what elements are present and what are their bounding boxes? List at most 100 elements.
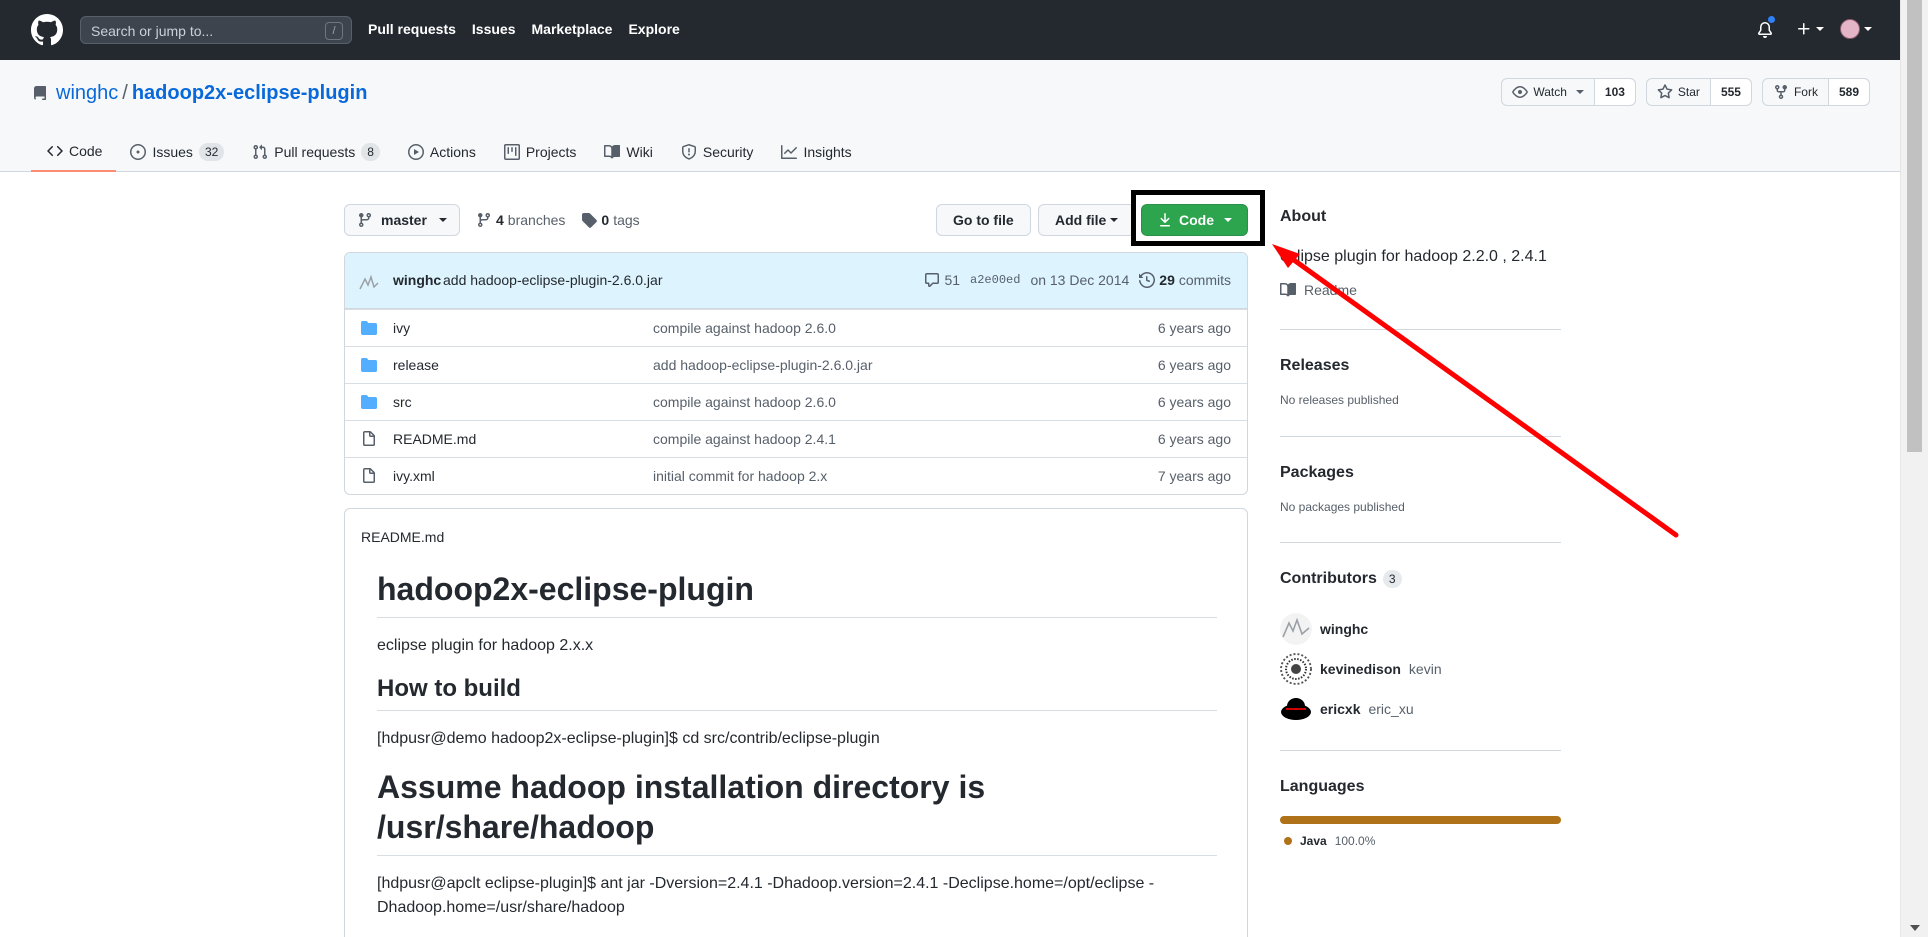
table-row[interactable]: ivy.xml initial commit for hadoop 2.x 7 … xyxy=(345,457,1247,494)
star-button[interactable]: Star xyxy=(1647,79,1711,105)
releases-title[interactable]: Releases xyxy=(1280,357,1349,374)
repo-icon xyxy=(34,85,46,100)
go-to-file-button[interactable]: Go to file xyxy=(936,204,1031,236)
nav-marketplace[interactable]: Marketplace xyxy=(532,21,613,37)
tab-code[interactable]: Code xyxy=(31,132,117,172)
file-name-link[interactable]: release xyxy=(393,357,439,373)
nav-issues[interactable]: Issues xyxy=(472,21,516,37)
repo-title: winghc / hadoop2x-eclipse-plugin xyxy=(32,82,367,105)
commit-message-link[interactable]: add hadoop-eclipse-plugin-2.6.0.jar xyxy=(443,272,662,288)
github-logo-icon[interactable] xyxy=(31,14,63,46)
user-menu[interactable] xyxy=(1840,19,1872,39)
header-actions xyxy=(1754,15,1872,40)
contributor-login: winghc xyxy=(1320,621,1369,637)
watch-button[interactable]: Watch xyxy=(1502,79,1595,105)
tab-wiki[interactable]: Wiki xyxy=(590,132,666,172)
file-name-link[interactable]: README.md xyxy=(393,431,476,447)
file-commit-link[interactable]: compile against hadoop 2.6.0 xyxy=(653,394,836,410)
tab-security[interactable]: Security xyxy=(667,132,768,172)
file-icon xyxy=(363,468,375,483)
releases-note: No releases published xyxy=(1280,393,1399,407)
file-age: 6 years ago xyxy=(1157,431,1231,447)
branches-count: 4 xyxy=(496,212,504,228)
fork-count[interactable]: 589 xyxy=(1828,79,1869,105)
table-row[interactable]: src compile against hadoop 2.6.0 6 years… xyxy=(345,383,1247,420)
pull-request-icon xyxy=(253,144,268,160)
commit-author-link[interactable]: winghc xyxy=(393,272,441,288)
add-file-label: Add file xyxy=(1055,212,1107,228)
contributor-item[interactable]: winghc xyxy=(1280,613,1368,645)
languages-section: Languages xyxy=(1280,778,1561,796)
issue-icon xyxy=(130,144,147,160)
branch-select-button[interactable]: master xyxy=(344,204,460,236)
author-avatar[interactable] xyxy=(359,273,379,293)
fork-button[interactable]: Fork xyxy=(1763,79,1829,105)
file-name-link[interactable]: src xyxy=(393,394,412,410)
language-name: Java xyxy=(1300,834,1327,848)
branches-link[interactable]: 4 branches xyxy=(476,212,565,228)
repo-name-link[interactable]: hadoop2x-eclipse-plugin xyxy=(132,82,368,105)
fork-icon xyxy=(1774,85,1787,100)
file-commit-link[interactable]: compile against hadoop 2.6.0 xyxy=(653,320,836,336)
history-icon xyxy=(1139,272,1156,288)
tab-projects[interactable]: Projects xyxy=(490,132,591,172)
contributor-item[interactable]: ericxk eric_xu xyxy=(1280,693,1414,725)
star-count[interactable]: 555 xyxy=(1710,79,1751,105)
chevron-down-icon xyxy=(438,218,447,222)
watch-count[interactable]: 103 xyxy=(1594,79,1635,105)
fork-button-group: Fork 589 xyxy=(1761,78,1870,106)
scrollbar-thumb[interactable] xyxy=(1907,0,1922,452)
table-row[interactable]: release add hadoop-eclipse-plugin-2.6.0.… xyxy=(345,346,1247,383)
nav-explore[interactable]: Explore xyxy=(628,21,679,37)
file-name-link[interactable]: ivy.xml xyxy=(393,468,435,484)
contributor-login: kevinedison xyxy=(1320,661,1401,677)
repo-owner-link[interactable]: winghc xyxy=(56,82,118,105)
tab-label: Insights xyxy=(803,144,852,160)
tab-insights[interactable]: Insights xyxy=(767,132,865,172)
table-row[interactable]: ivy compile against hadoop 2.6.0 6 years… xyxy=(345,309,1247,346)
file-commit-link[interactable]: initial commit for hadoop 2.x xyxy=(653,468,827,484)
notifications-bell-icon[interactable] xyxy=(1754,15,1776,40)
table-row[interactable]: README.md compile against hadoop 2.4.1 6… xyxy=(345,420,1247,457)
readme-paragraph: [hdpusr@demo hadoop2x-eclipse-plugin]$ c… xyxy=(377,730,880,747)
code-icon xyxy=(47,145,63,157)
nav-pull-requests[interactable]: Pull requests xyxy=(368,21,456,37)
page-scrollbar[interactable] xyxy=(1900,0,1928,937)
scroll-down-arrow-icon[interactable] xyxy=(1910,925,1920,931)
tags-link[interactable]: 0 tags xyxy=(581,212,640,228)
commit-comments[interactable]: 51 xyxy=(924,272,960,288)
commits-label: commits xyxy=(1178,272,1231,288)
packages-title[interactable]: Packages xyxy=(1280,464,1354,481)
commits-history-link[interactable]: 29 commits xyxy=(1139,272,1231,288)
packages-section: Packages No packages published xyxy=(1280,464,1561,514)
book-icon xyxy=(1280,282,1296,297)
repo-header: winghc / hadoop2x-eclipse-plugin Watch 1… xyxy=(0,60,1900,172)
create-new-menu[interactable] xyxy=(1796,21,1824,37)
graph-icon xyxy=(781,145,798,159)
file-commit-link[interactable]: compile against hadoop 2.4.1 xyxy=(653,431,836,447)
search-box[interactable]: / xyxy=(80,16,352,44)
star-label: Star xyxy=(1677,85,1700,99)
add-file-button[interactable]: Add file xyxy=(1038,204,1136,236)
tab-actions[interactable]: Actions xyxy=(394,132,490,172)
latest-commit: winghc add hadoop-eclipse-plugin-2.6.0.j… xyxy=(345,253,1247,309)
readme-paragraph: eclipse plugin for hadoop 2.x.x xyxy=(377,637,594,654)
file-commit-link[interactable]: add hadoop-eclipse-plugin-2.6.0.jar xyxy=(653,357,872,373)
tab-issues[interactable]: Issues 32 xyxy=(116,132,238,172)
about-description: eclipse plugin for hadoop 2.2.0 , 2.4.1 xyxy=(1280,248,1547,265)
tab-pull-requests[interactable]: Pull requests 8 xyxy=(238,132,394,172)
search-input[interactable] xyxy=(91,21,311,41)
contributor-item[interactable]: kevinedison kevin xyxy=(1280,653,1442,685)
contributors-section: Contributors 3 xyxy=(1280,570,1561,588)
tab-label: Projects xyxy=(525,144,577,160)
contributors-counter: 3 xyxy=(1382,570,1402,588)
language-item[interactable]: Java 100.0% xyxy=(1284,834,1375,848)
divider xyxy=(1280,750,1561,751)
contributors-title-link[interactable]: Contributors 3 xyxy=(1280,570,1561,588)
pull-requests-counter: 8 xyxy=(361,143,380,161)
contributor-name: kevin xyxy=(1408,661,1442,677)
file-name-link[interactable]: ivy xyxy=(393,320,410,336)
commit-sha-link[interactable]: a2e00ed xyxy=(970,273,1020,287)
readme-link[interactable]: Readme xyxy=(1280,282,1561,298)
watch-button-group: Watch 103 xyxy=(1501,78,1636,106)
